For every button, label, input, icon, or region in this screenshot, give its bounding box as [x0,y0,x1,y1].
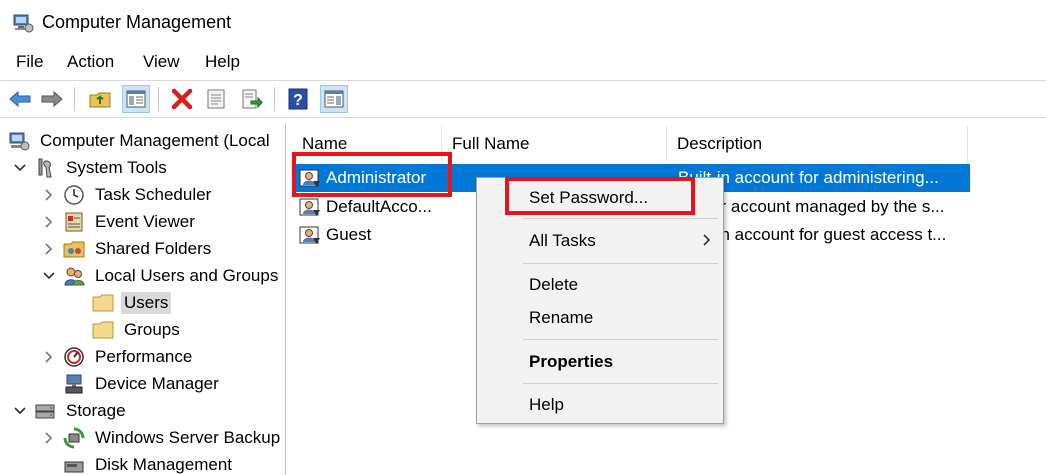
tree-item-label: Storage [66,400,126,420]
tree-item-shared-folders[interactable]: Shared Folders [41,235,214,262]
column-header-full-name[interactable]: Full Name [442,126,667,162]
tree-item-label: Users [121,291,172,314]
computer-management-icon [13,14,34,33]
toolbar-separator [158,87,159,111]
toolbar-separator [274,87,275,111]
tree-item-task-scheduler[interactable]: Task Scheduler [41,181,214,208]
tree-item-label: Shared Folders [95,238,212,258]
back-button[interactable] [6,85,34,113]
tree-item-device-manager[interactable]: Device Manager [63,370,222,397]
context-menu-separator [523,339,718,340]
tree-item-disk-management[interactable]: Disk Management [63,451,235,475]
tree-item-system-tools[interactable]: System Tools [12,154,170,181]
chevron-right-icon[interactable] [41,430,57,446]
context-menu-rename[interactable]: Rename [529,308,593,328]
tree-item-label: Groups [124,319,180,339]
user-account-icon [299,226,320,244]
context-menu-separator [523,263,718,264]
device-manager-icon [63,373,85,395]
toolbar-separator [74,87,75,111]
highlight-administrator [292,152,452,197]
tree-item-label: Task Scheduler [95,184,212,204]
tree-item-event-viewer[interactable]: Event Viewer [41,208,198,235]
show-hide-tree-icon [126,90,146,108]
tree-item-computer-management[interactable]: Computer Management (Local [8,127,273,154]
console-tree: Computer Management (Local System Tools … [4,124,286,475]
context-menu-all-tasks[interactable]: All Tasks [529,231,596,251]
chevron-right-icon[interactable] [41,214,57,230]
tree-item-label: System Tools [66,157,167,177]
menu-help[interactable]: Help [205,52,240,72]
task-scheduler-icon [63,184,85,206]
column-header-description[interactable]: Description [667,126,968,162]
back-arrow-icon [9,90,31,108]
context-menu-separator [523,218,718,219]
user-account-icon [299,198,320,216]
tree-item-label: Performance [95,346,193,366]
export-list-icon [242,89,263,109]
folder-icon [92,292,114,314]
tree-item-label: Disk Management [95,454,233,474]
show-hide-action-pane-icon [324,90,344,108]
users-group-icon [63,265,85,287]
chevron-right-icon[interactable] [41,241,57,257]
window-title: Computer Management [42,12,232,32]
cell-name: Guest [326,225,372,244]
toolbar-divider [0,117,1046,118]
menu-file[interactable]: File [16,52,43,72]
submenu-arrow-icon [703,234,711,246]
properties-icon [207,89,225,109]
disk-management-icon [63,454,85,475]
context-menu-delete[interactable]: Delete [529,275,578,295]
backup-icon [63,427,85,449]
shared-folders-icon [63,238,85,260]
svg-text:?: ? [293,92,303,109]
properties-button[interactable] [202,85,230,113]
delete-button[interactable] [168,85,196,113]
system-tools-icon [34,157,56,179]
toolbar: ? [0,81,1046,117]
tree-item-groups[interactable]: Groups [92,316,183,343]
menu-view[interactable]: View [143,52,180,72]
menu-bar: File Action View Help [0,46,1046,80]
folder-icon [92,319,114,341]
storage-icon [34,400,56,422]
computer-management-icon [8,130,30,152]
tree-item-label: Windows Server Backup [95,427,281,447]
event-viewer-icon [63,211,85,233]
highlight-set-password [505,177,695,215]
help-icon: ? [288,88,308,110]
forward-button[interactable] [38,85,66,113]
show-hide-action-pane-button[interactable] [320,85,348,113]
tree-item-windows-server-backup[interactable]: Windows Server Backup [41,424,283,451]
performance-icon [63,346,85,368]
tree-item-storage[interactable]: Storage [12,397,129,424]
chevron-right-icon[interactable] [41,187,57,203]
tree-item-local-users-and-groups[interactable]: Local Users and Groups [41,262,281,289]
tree-item-performance[interactable]: Performance [41,343,195,370]
tree-item-label: Local Users and Groups [95,265,279,285]
menu-action[interactable]: Action [67,52,114,72]
context-menu-separator [523,383,718,384]
up-one-level-button[interactable] [86,85,114,113]
tree-item-users[interactable]: Users [92,289,172,316]
cell-name: DefaultAcco... [326,197,432,216]
chevron-down-icon[interactable] [12,403,28,419]
context-menu-help[interactable]: Help [529,395,564,415]
title-bar: Computer Management [0,0,1046,46]
show-hide-console-tree-button[interactable] [122,85,150,113]
tree-item-label: Device Manager [95,373,219,393]
tree-item-label: Computer Management (Local [40,130,270,150]
context-menu-properties[interactable]: Properties [529,352,613,372]
tree-item-label: Event Viewer [95,211,195,231]
chevron-down-icon[interactable] [41,268,57,284]
forward-arrow-icon [41,90,63,108]
help-button[interactable]: ? [284,85,312,113]
chevron-right-icon[interactable] [41,349,57,365]
export-list-button[interactable] [238,85,266,113]
up-folder-icon [89,92,111,108]
chevron-down-icon[interactable] [12,160,28,176]
delete-icon [171,88,193,110]
